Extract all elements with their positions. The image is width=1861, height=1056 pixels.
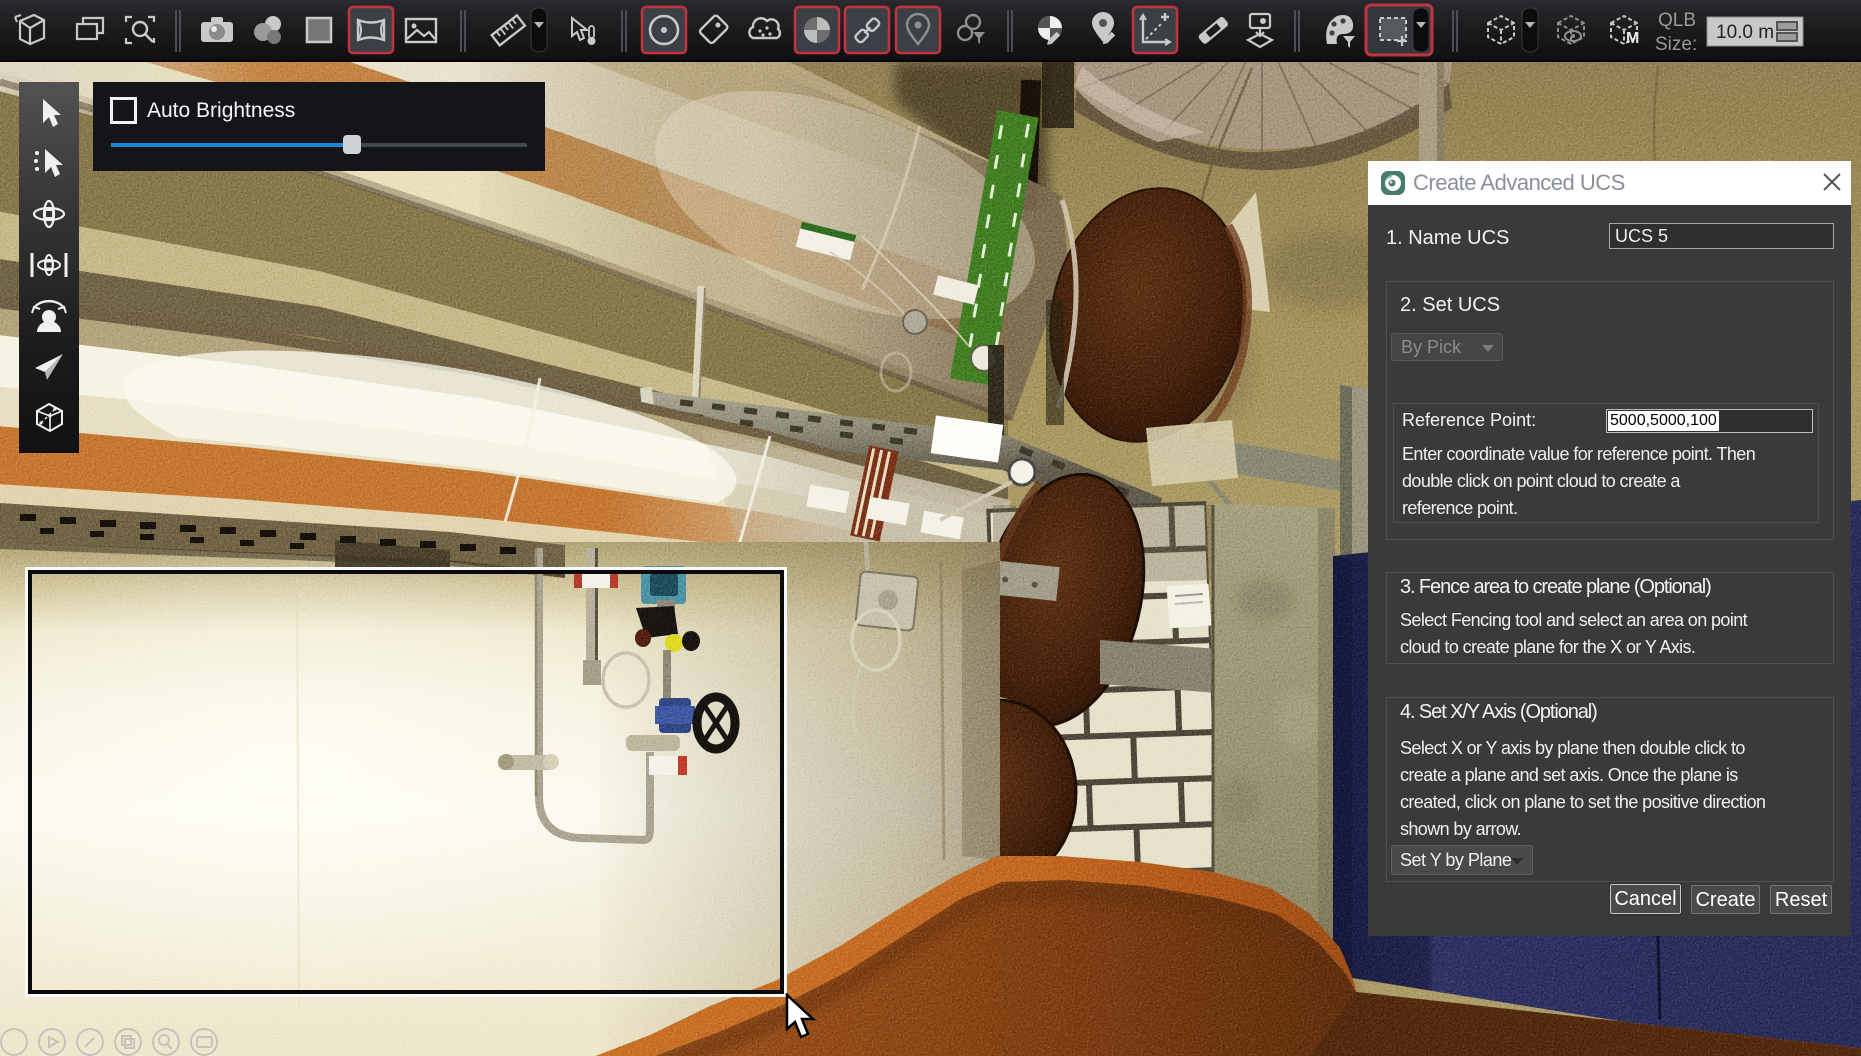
svg-text:QLB: QLB [1658, 10, 1696, 31]
svg-text:Size:: Size: [1655, 34, 1697, 55]
svg-text:M: M [1626, 30, 1639, 47]
svg-text:10.0 m: 10.0 m [1716, 22, 1774, 43]
